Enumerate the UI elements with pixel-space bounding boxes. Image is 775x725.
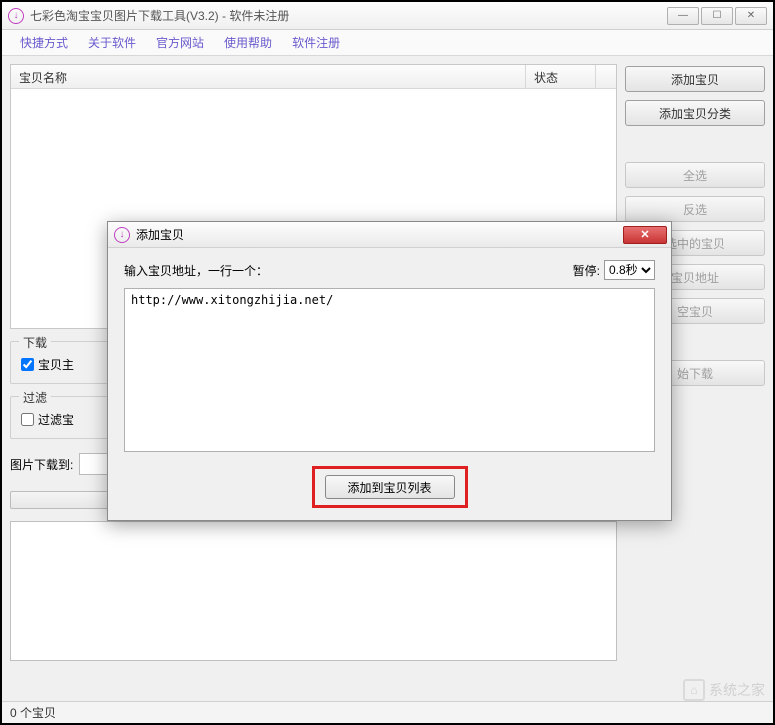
menu-shortcut[interactable]: 快捷方式 [10, 30, 78, 55]
pause-select[interactable]: 0.8秒 [604, 260, 655, 280]
pause-group: 暂停: 0.8秒 [573, 260, 655, 280]
window-controls: — ☐ ✕ [667, 7, 767, 25]
menu-website[interactable]: 官方网站 [146, 30, 214, 55]
invert-select-button[interactable]: 反选 [625, 196, 765, 222]
dialog-label-row: 输入宝贝地址，一行一个： 暂停: 0.8秒 [124, 260, 655, 280]
menu-about[interactable]: 关于软件 [78, 30, 146, 55]
add-category-button[interactable]: 添加宝贝分类 [625, 100, 765, 126]
select-all-button[interactable]: 全选 [625, 162, 765, 188]
maximize-button[interactable]: ☐ [701, 7, 733, 25]
app-icon: ↓ [8, 8, 24, 24]
col-end [596, 65, 616, 88]
status-count: 0 个宝贝 [10, 704, 56, 721]
menubar: 快捷方式 关于软件 官方网站 使用帮助 软件注册 [2, 30, 773, 56]
log-area[interactable] [10, 521, 617, 661]
main-titlebar: ↓ 七彩色淘宝宝贝图片下载工具(V3.2) - 软件未注册 — ☐ ✕ [2, 2, 773, 30]
dialog-input-label: 输入宝贝地址，一行一个： [124, 262, 268, 279]
window-title: 七彩色淘宝宝贝图片下载工具(V3.2) - 软件未注册 [30, 7, 667, 24]
download-main-label: 宝贝主 [38, 356, 74, 373]
watermark-icon: ⌂ [683, 679, 705, 701]
dialog-titlebar: ↓ 添加宝贝 ✕ [108, 222, 671, 248]
filter-check-input[interactable] [21, 413, 34, 426]
col-name[interactable]: 宝贝名称 [11, 65, 526, 88]
table-header: 宝贝名称 状态 [11, 65, 616, 89]
filter-label: 过滤宝 [38, 411, 74, 428]
dialog-icon: ↓ [114, 227, 130, 243]
add-to-list-button[interactable]: 添加到宝贝列表 [325, 475, 455, 499]
download-main-check-input[interactable] [21, 358, 34, 371]
dialog-body: 输入宝贝地址，一行一个： 暂停: 0.8秒 添加到宝贝列表 [108, 248, 671, 520]
dialog-title: 添加宝贝 [136, 226, 184, 243]
path-label: 图片下载到: [10, 456, 73, 473]
statusbar: 0 个宝贝 [2, 701, 773, 723]
filter-group-title: 过滤 [19, 389, 51, 406]
download-group-title: 下载 [19, 334, 51, 351]
add-item-button[interactable]: 添加宝贝 [625, 66, 765, 92]
menu-help[interactable]: 使用帮助 [214, 30, 282, 55]
dialog-close-button[interactable]: ✕ [623, 226, 667, 244]
highlight-box: 添加到宝贝列表 [312, 466, 468, 508]
menu-register[interactable]: 软件注册 [282, 30, 350, 55]
url-textarea[interactable] [124, 288, 655, 452]
pause-label: 暂停: [573, 262, 600, 279]
dialog-button-row: 添加到宝贝列表 [124, 452, 655, 508]
col-status[interactable]: 状态 [526, 65, 596, 88]
add-item-dialog: ↓ 添加宝贝 ✕ 输入宝贝地址，一行一个： 暂停: 0.8秒 添加到宝贝列表 [107, 221, 672, 521]
watermark-text: 系统之家 [709, 680, 765, 700]
close-button[interactable]: ✕ [735, 7, 767, 25]
watermark: ⌂ 系统之家 [683, 679, 765, 701]
minimize-button[interactable]: — [667, 7, 699, 25]
